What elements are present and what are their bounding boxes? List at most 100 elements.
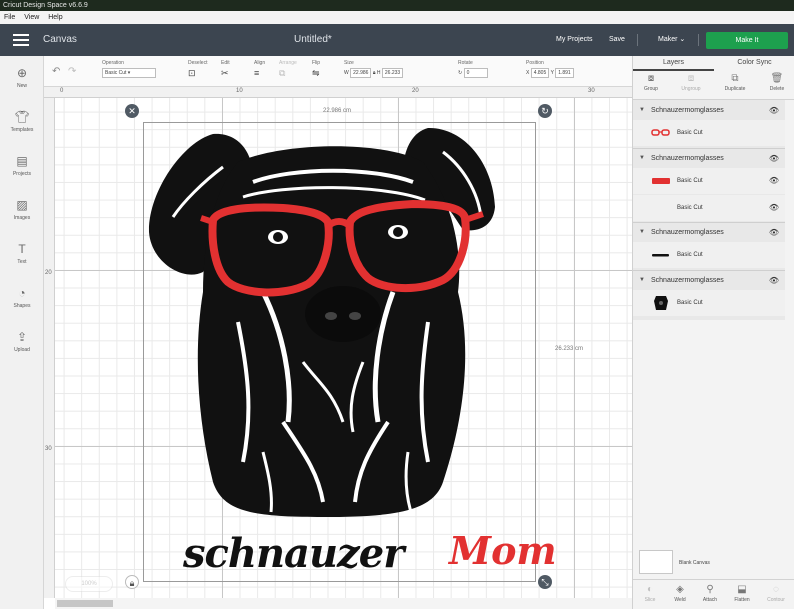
menu-view[interactable]: View [24, 14, 39, 21]
sidebar-item-projects[interactable]: ▤ Projects [0, 154, 44, 177]
text-icon: T [18, 242, 26, 256]
menu-bar: File View Help [0, 11, 794, 24]
bottom-toolbar: ◐ Slice ◈ Weld ⚲ Attach ⬓ Flatten ◌ Contour [633, 579, 794, 609]
weld-button[interactable]: ◈ Weld [665, 583, 695, 603]
chevron-down-icon: ▾ [127, 70, 131, 76]
eye-icon[interactable]: 👁︎ [769, 102, 779, 119]
layer-operation: Basic Cut [677, 178, 703, 184]
arrange-icon[interactable]: ⧉ [279, 68, 297, 79]
weld-label: Weld [674, 597, 686, 603]
layer-group[interactable]: ▼ Schnauzermomglasses 👁︎ [633, 150, 785, 167]
flatten-button[interactable]: ⬓ Flatten [727, 583, 757, 603]
caret-down-icon[interactable]: ▼ [639, 272, 645, 289]
delete-handle-icon[interactable]: ✕ [125, 104, 139, 118]
layer-operation: Basic Cut [677, 300, 703, 306]
layer-divider [633, 270, 785, 271]
save-button[interactable]: Save [609, 24, 625, 56]
sidebar-item-text[interactable]: T Text [0, 242, 44, 265]
height-input[interactable]: 26.233 [381, 68, 404, 78]
mom-thumbnail-icon [652, 178, 670, 184]
layer-toolbar: ⧇ Group ⧈ Ungroup ⧉ Duplicate 🗑︎ Delete [633, 70, 794, 100]
sidebar-item-new[interactable]: ⊕ New [0, 66, 44, 89]
sidebar-item-label: Shapes [13, 303, 31, 309]
rotate-icon: ↻ [458, 70, 463, 76]
my-projects-button[interactable]: My Projects [556, 24, 593, 56]
contour-button[interactable]: ◌ Contour [761, 583, 791, 603]
deselect-icon[interactable]: ⊡ [188, 68, 207, 79]
operation-select[interactable]: Basic Cut ▾ [102, 68, 156, 78]
layer-group[interactable]: ▼ Schnauzermomglasses 👁︎ [633, 224, 785, 241]
eye-icon[interactable]: 👁︎ [769, 272, 779, 289]
header-section-title: Canvas [43, 34, 77, 45]
caret-down-icon[interactable]: ▼ [639, 102, 645, 119]
redo-icon[interactable]: ↷ [68, 66, 76, 77]
schnauzer-text-thumbnail-icon [652, 254, 669, 257]
align-icon[interactable]: ≡ [254, 68, 265, 78]
ungroup-button[interactable]: ⧈ Ungroup [675, 72, 707, 92]
blank-canvas-swatch[interactable] [639, 550, 673, 574]
position-y-input[interactable]: 1.891 [555, 68, 574, 78]
edit-label: Edit [221, 60, 230, 66]
height-prefix: H [376, 70, 381, 76]
lock-handle-icon[interactable]: 🔒︎ [125, 575, 139, 589]
sidebar-item-images[interactable]: ▨ Images [0, 198, 44, 221]
layer-item[interactable]: Basic Cut 👁︎ [633, 195, 785, 221]
rotate-handle-icon[interactable]: ↻ [538, 104, 552, 118]
layer-item[interactable]: Basic Cut 👁︎ [633, 168, 785, 194]
position-x-input[interactable]: 4.805 [530, 68, 550, 78]
left-ruler: 20 30 [44, 98, 55, 598]
ungroup-label: Ungroup [681, 86, 701, 92]
rotate-input[interactable]: 0 [463, 68, 488, 78]
blank-canvas-layer[interactable]: Blank Canvas [639, 550, 789, 576]
hamburger-menu-icon[interactable] [13, 34, 29, 46]
schnauzer-artwork[interactable]: schnauzer Mom [143, 122, 557, 582]
machine-select[interactable]: Maker ⌄ [658, 24, 685, 56]
glasses-thumbnail-icon [651, 129, 670, 136]
duplicate-button[interactable]: ⧉ Duplicate [719, 72, 751, 92]
top-ruler: 0 10 20 30 [44, 87, 632, 98]
lock-icon[interactable]: 🔒︎ [373, 70, 376, 76]
flip-label: Flip [312, 60, 321, 66]
slice-button[interactable]: ◐ Slice [635, 583, 665, 603]
align-group: Align ≡ [254, 60, 265, 78]
sidebar-item-upload[interactable]: ⇪ Upload [0, 330, 44, 353]
eye-icon[interactable]: 👁︎ [769, 224, 779, 241]
edit-icon[interactable]: ✂ [221, 68, 230, 79]
layer-item[interactable]: Basic Cut [633, 290, 785, 316]
caret-down-icon[interactable]: ▼ [639, 150, 645, 167]
zoom-control[interactable]: 100% [65, 576, 113, 592]
size-label: Size [344, 60, 354, 66]
group-button[interactable]: ⧇ Group [635, 72, 667, 92]
layer-item[interactable]: Basic Cut [633, 120, 785, 146]
flip-icon[interactable]: ⇋ [312, 68, 320, 79]
edit-toolbar: ↶ ↷ Operation Basic Cut ▾ Deselect ⊡ Edi… [44, 56, 632, 87]
trash-icon: 🗑︎ [770, 73, 784, 84]
dog-illustration [148, 127, 495, 517]
width-input[interactable]: 22.986 [350, 68, 372, 78]
plus-circle-icon: ⊕ [16, 66, 28, 80]
slice-icon: ◐ [646, 584, 654, 595]
make-it-button[interactable]: Make It [706, 32, 788, 49]
menu-file[interactable]: File [4, 14, 15, 21]
deselect-label: Deselect [188, 60, 208, 66]
horizontal-scrollbar[interactable] [55, 598, 632, 609]
layer-item[interactable]: Basic Cut [633, 242, 785, 268]
attach-button[interactable]: ⚲ Attach [695, 583, 725, 603]
design-canvas[interactable]: 22.986 cm 26.233 cm schnauzer Mom ✕ ↻ 🔒︎… [55, 98, 632, 598]
delete-button[interactable]: 🗑︎ Delete [761, 72, 793, 92]
resize-handle-icon[interactable]: ⤡ [538, 575, 552, 589]
tab-layers[interactable]: Layers [633, 56, 714, 71]
caret-down-icon[interactable]: ▼ [639, 224, 645, 241]
tab-color-sync[interactable]: Color Sync [714, 56, 794, 69]
eye-icon[interactable]: 👁︎ [769, 168, 779, 194]
sidebar-item-shapes[interactable]: ◔ Shapes [0, 286, 44, 309]
menu-help[interactable]: Help [48, 14, 62, 21]
layer-group[interactable]: ▼ Schnauzermomglasses 👁︎ [633, 102, 785, 119]
layer-operation: Basic Cut [677, 252, 703, 258]
eye-icon[interactable]: 👁︎ [769, 150, 779, 167]
group-icon: ⧇ [647, 73, 655, 84]
sidebar-item-templates[interactable]: 👕︎ Templates [0, 110, 44, 133]
undo-icon[interactable]: ↶ [52, 66, 60, 77]
layer-group[interactable]: ▼ Schnauzermomglasses 👁︎ [633, 272, 785, 289]
eye-icon[interactable]: 👁︎ [769, 195, 779, 221]
